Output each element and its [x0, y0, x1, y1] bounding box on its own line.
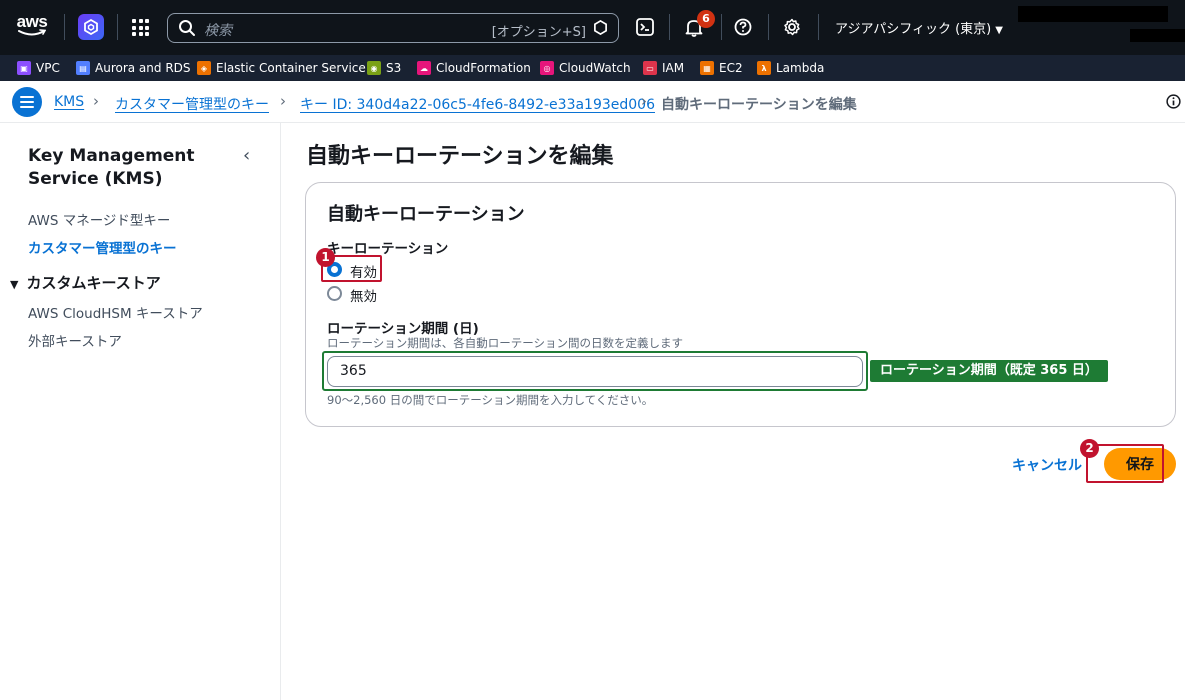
- breadcrumb-kms[interactable]: KMS: [54, 94, 84, 110]
- info-icon[interactable]: [1166, 94, 1181, 109]
- divider: [117, 14, 118, 40]
- sidebar-item-cloudhsm-key-store[interactable]: AWS CloudHSM キーストア: [28, 302, 203, 322]
- caret-down-icon: ▼: [995, 25, 1003, 36]
- divider: [721, 14, 722, 40]
- radio-disabled-label[interactable]: 無効: [350, 285, 377, 305]
- redacted-account-id: [1130, 29, 1185, 42]
- ecs-icon: ◈: [197, 61, 211, 75]
- menu-icon[interactable]: [12, 87, 42, 117]
- divider: [818, 14, 819, 40]
- services-grid-icon[interactable]: [132, 19, 149, 36]
- breadcrumb-customer-managed-keys[interactable]: カスタマー管理型のキー: [115, 94, 269, 114]
- radio-disabled[interactable]: [327, 286, 342, 301]
- favorite-ec2[interactable]: ▦ EC2: [700, 60, 743, 76]
- favorites-bar: ▣ VPC ▤ Aurora and RDS ◈ Elastic Container …: [0, 55, 1185, 81]
- favorite-cloudformation[interactable]: ☁ CloudFormation: [417, 60, 531, 76]
- chevron-right-icon: ›: [641, 92, 647, 110]
- sidebar-item-external-key-store[interactable]: 外部キーストア: [28, 330, 122, 350]
- divider: [768, 14, 769, 40]
- breadcrumb-current: 自動キーローテーションを編集: [661, 97, 857, 113]
- favorite-label: Lambda: [776, 61, 825, 75]
- annotation-box-period: [322, 351, 868, 391]
- favorite-s3[interactable]: ◉ S3: [367, 60, 401, 76]
- chevron-right-icon: ›: [93, 92, 99, 110]
- favorite-label: CloudWatch: [559, 61, 631, 75]
- favorite-label: Elastic Container Service: [216, 61, 366, 75]
- redacted-account-info[interactable]: [1018, 6, 1168, 22]
- help-icon[interactable]: [734, 18, 752, 36]
- cancel-button[interactable]: キャンセル: [1012, 455, 1082, 475]
- annotation-label-period: ローテーション期間（既定 365 日）: [870, 360, 1108, 382]
- card-title: 自動キーローテーション: [327, 204, 525, 225]
- cloudwatch-icon: ◎: [540, 61, 554, 75]
- search-bar[interactable]: 検索 [オプション+S]: [167, 13, 619, 43]
- annotation-number-1: 1: [316, 248, 335, 267]
- favorite-aurora-rds[interactable]: ▤ Aurora and RDS: [76, 60, 191, 76]
- vpc-icon: ▣: [17, 61, 31, 75]
- notification-badge: 6: [697, 10, 715, 28]
- annotation-number-2: 2: [1080, 439, 1099, 458]
- favorite-label: Aurora and RDS: [95, 61, 191, 75]
- chevron-left-icon[interactable]: ‹: [243, 145, 250, 166]
- search-shortcut: [オプション+S]: [491, 25, 586, 40]
- ec2-icon: ▦: [700, 61, 714, 75]
- aws-logo[interactable]: aws: [14, 12, 50, 40]
- page-title: 自動キーローテーションを編集: [306, 144, 614, 169]
- period-label: ローテーション期間 (日): [327, 321, 479, 337]
- search-placeholder: 検索: [204, 23, 232, 39]
- lambda-icon: λ: [757, 61, 771, 75]
- rds-icon: ▤: [76, 61, 90, 75]
- search-icon: [179, 20, 195, 36]
- region-selector[interactable]: アジアパシフィック (東京) ▼: [835, 18, 1003, 37]
- sidebar-group-label: カスタムキーストア: [26, 274, 161, 292]
- sidebar-item-aws-managed-keys[interactable]: AWS マネージド型キー: [28, 209, 170, 229]
- favorite-cloudwatch[interactable]: ◎ CloudWatch: [540, 60, 631, 76]
- amazon-q-icon[interactable]: [78, 14, 104, 40]
- favorite-ecs[interactable]: ◈ Elastic Container Service: [197, 60, 366, 76]
- favorite-label: VPC: [36, 61, 60, 75]
- amazon-q-small-icon: [594, 20, 607, 35]
- sidebar-item-customer-managed-keys[interactable]: カスタマー管理型のキー: [28, 237, 177, 257]
- cloudshell-icon[interactable]: [636, 18, 654, 36]
- caret-down-icon: ▼: [10, 278, 19, 291]
- period-hint: 90〜2,560 日の間でローテーション期間を入力してください。: [327, 393, 654, 407]
- sidebar-group-custom-key-stores[interactable]: ▼ カスタムキーストア: [10, 272, 161, 293]
- favorite-label: EC2: [719, 61, 743, 75]
- breadcrumb-bar: KMS › カスタマー管理型のキー › キー ID: 340d4a22-06c5…: [0, 81, 1185, 123]
- cloudformation-icon: ☁: [417, 61, 431, 75]
- favorite-label: IAM: [662, 61, 685, 75]
- favorite-vpc[interactable]: ▣ VPC: [17, 60, 60, 76]
- gear-icon[interactable]: [783, 18, 801, 36]
- aws-smile-icon: [18, 29, 46, 36]
- region-label: アジアパシフィック (東京): [835, 22, 992, 37]
- iam-icon: ▭: [643, 61, 657, 75]
- favorite-label: S3: [386, 61, 402, 75]
- rotation-label: キーローテーション: [327, 241, 449, 257]
- divider: [669, 14, 670, 40]
- favorite-lambda[interactable]: λ Lambda: [757, 60, 824, 76]
- top-navigation: aws 検索 [オプション+S] 6 アジアパシフィック (東京) ▼: [0, 0, 1185, 55]
- favorite-label: CloudFormation: [436, 61, 531, 75]
- chevron-right-icon: ›: [280, 92, 286, 110]
- breadcrumb-key-id[interactable]: キー ID: 340d4a22-06c5-4fe6-8492-e33a193ed…: [300, 94, 655, 114]
- side-navigation: Key Management Service (KMS) ‹ AWS マネージド…: [0, 123, 281, 700]
- favorite-iam[interactable]: ▭ IAM: [643, 60, 684, 76]
- sidebar-title[interactable]: Key Management Service (KMS): [28, 145, 228, 191]
- divider: [64, 14, 65, 40]
- period-description: ローテーション期間は、各自動ローテーション間の日数を定義します: [327, 336, 684, 350]
- s3-icon: ◉: [367, 61, 381, 75]
